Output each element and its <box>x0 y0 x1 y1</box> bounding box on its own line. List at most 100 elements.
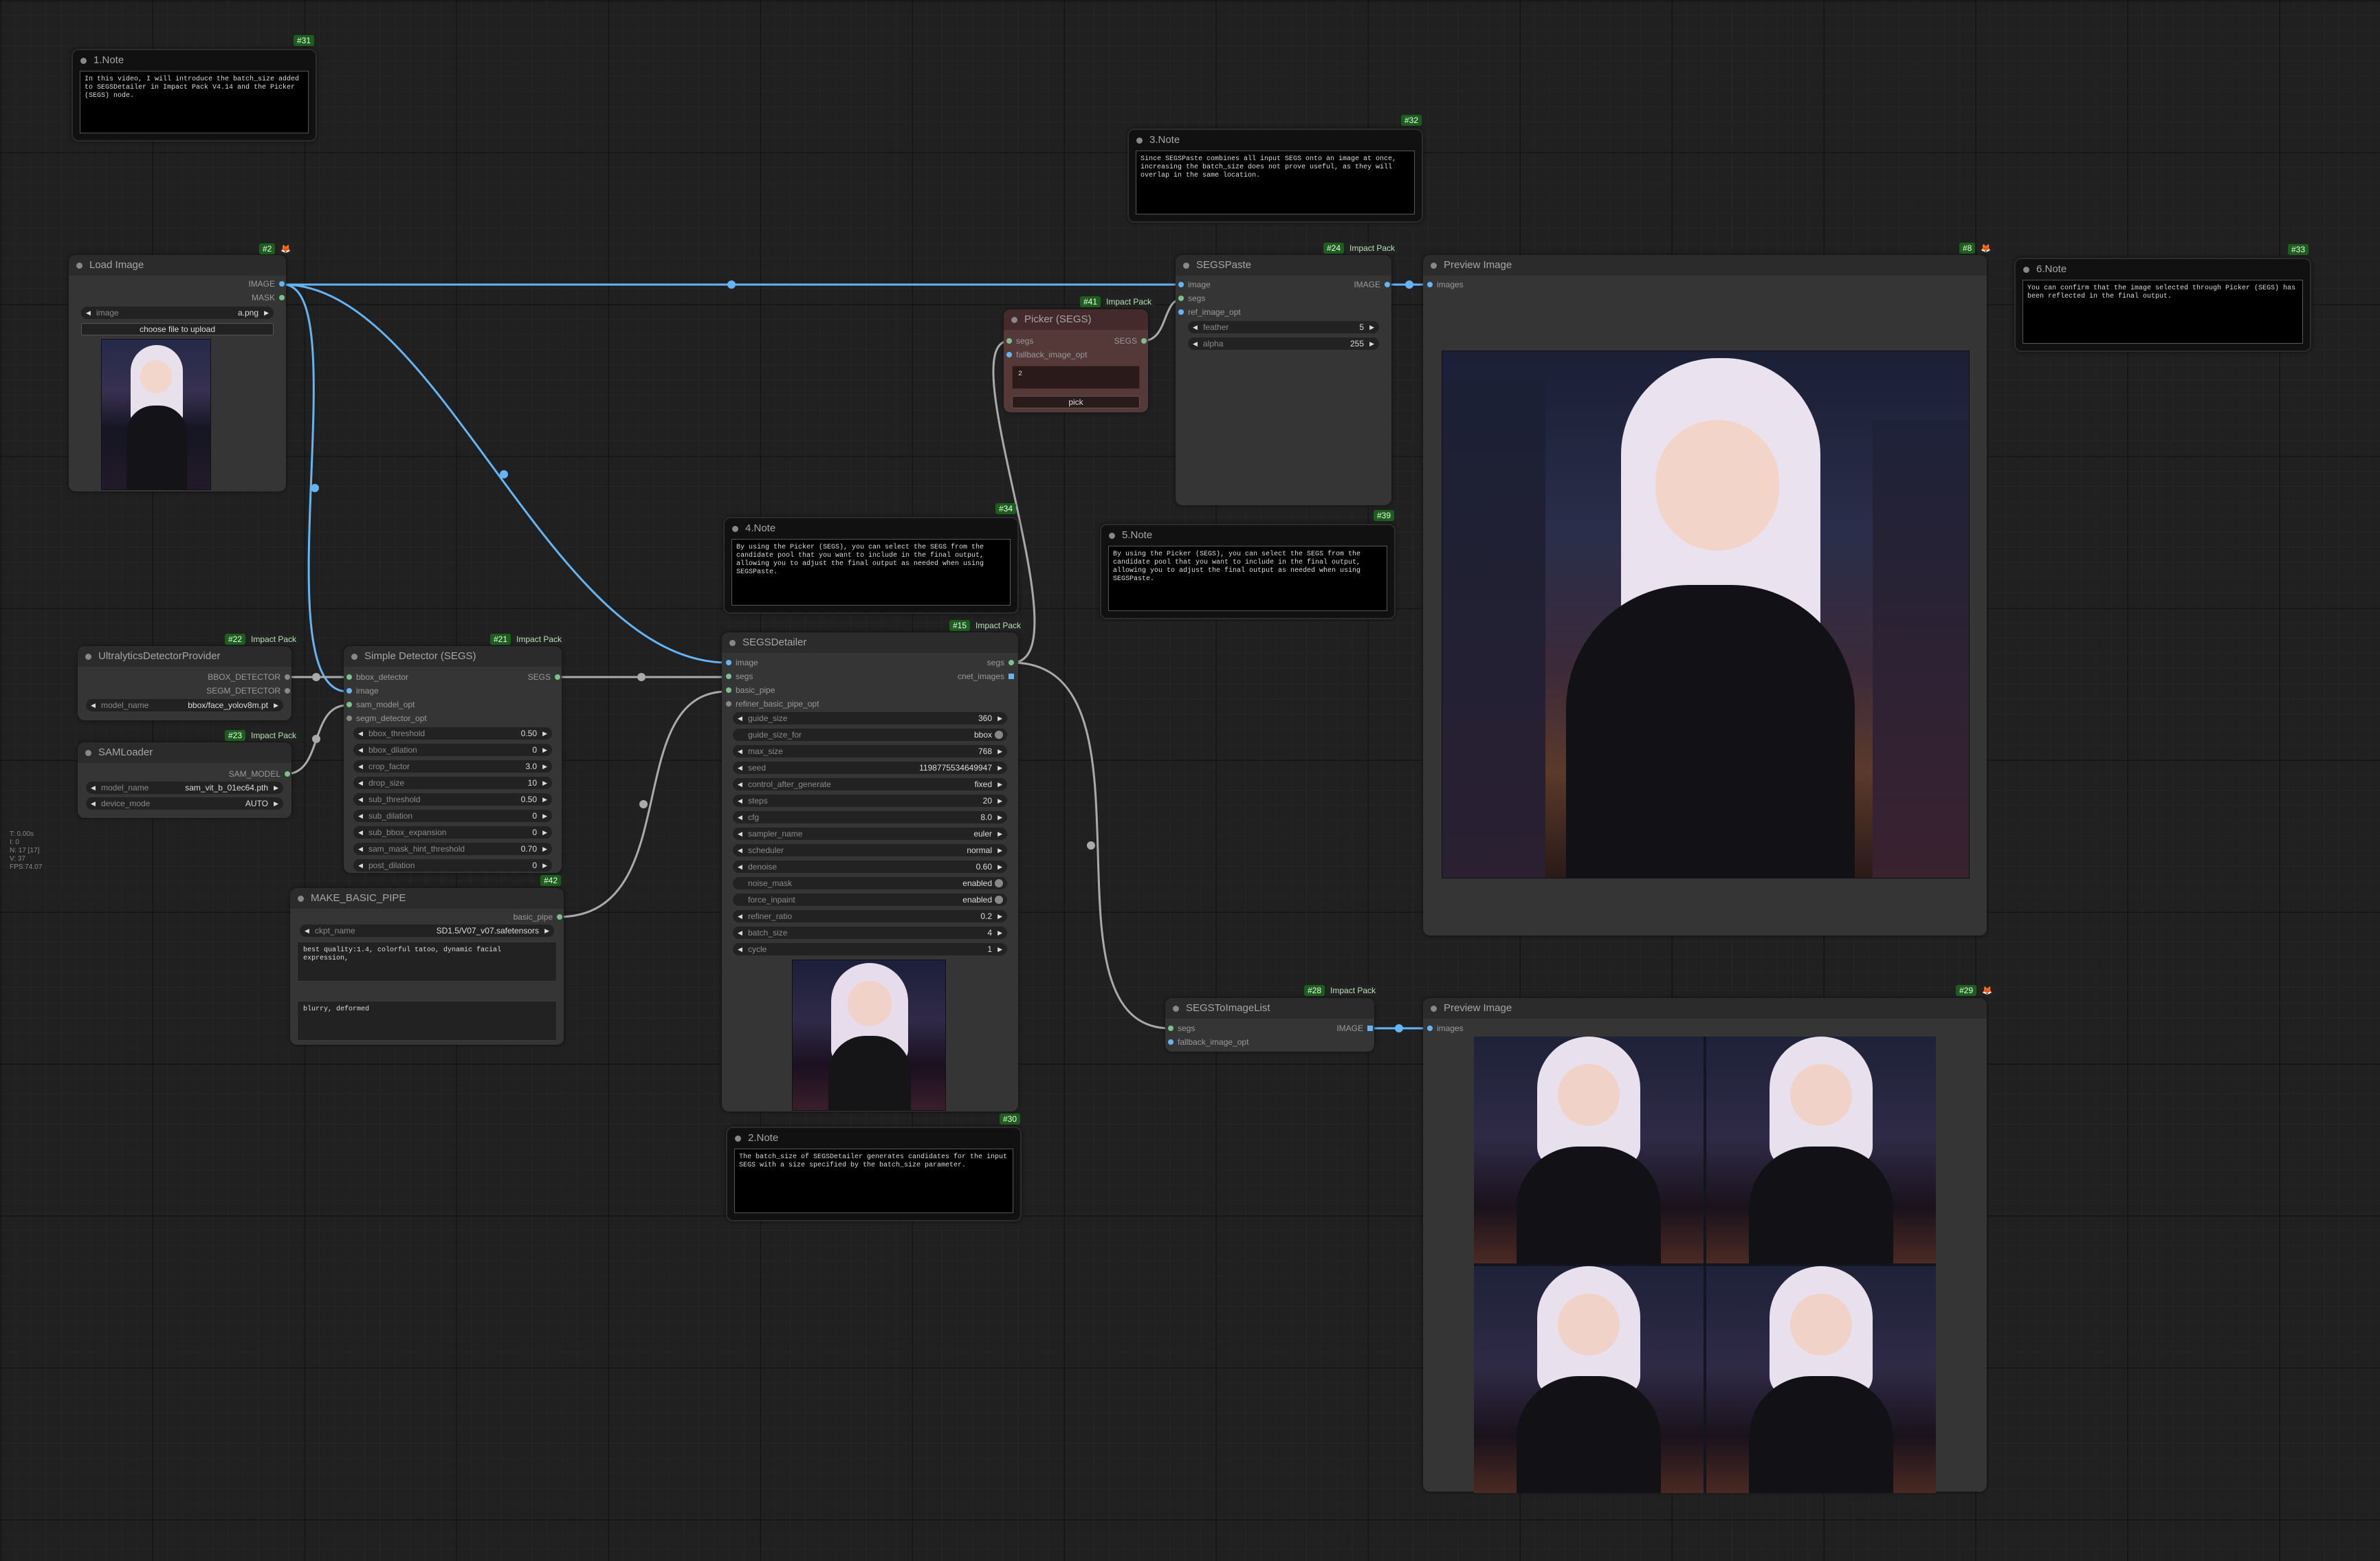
arrow-left-icon[interactable]: ◀ <box>358 859 363 872</box>
node-load-image[interactable]: Load Image IMAGE MASK ◀ image a.png ▶ choos… <box>69 255 286 491</box>
widget-denoise[interactable]: ◀ denoise 0.60 ▶ <box>733 861 1007 873</box>
input-images[interactable]: images <box>1426 1022 1464 1034</box>
arrow-left-icon[interactable]: ◀ <box>91 797 96 810</box>
arrow-right-icon[interactable]: ▶ <box>542 843 547 855</box>
arrow-left-icon[interactable]: ◀ <box>738 795 742 807</box>
arrow-right-icon[interactable]: ▶ <box>998 745 1002 757</box>
slot-dot-icon[interactable] <box>285 674 290 680</box>
arrow-right-icon[interactable]: ▶ <box>998 762 1002 774</box>
widget-sam-mask-hint-threshold[interactable]: ◀ sam_mask_hint_threshold 0.70 ▶ <box>353 843 552 855</box>
input-image[interactable]: image <box>725 656 758 669</box>
output-segs[interactable]: segs <box>987 656 1015 669</box>
node-ultralytics-detector-provider[interactable]: UltralyticsDetectorProvider BBOX_DETECTO… <box>78 646 291 720</box>
output-segs[interactable]: SEGS <box>1114 335 1148 347</box>
slot-dot-icon[interactable] <box>1168 1039 1174 1045</box>
arrow-right-icon[interactable]: ▶ <box>998 828 1002 840</box>
arrow-right-icon[interactable]: ▶ <box>998 927 1002 939</box>
arrow-right-icon[interactable]: ▶ <box>542 760 547 773</box>
note-6[interactable]: 6.Note You can confirm that the image se… <box>2014 258 2311 352</box>
widget-seed[interactable]: ◀ seed 1198775534649947 ▶ <box>733 762 1007 774</box>
slot-dot-icon[interactable] <box>1178 296 1184 301</box>
arrow-left-icon[interactable]: ◀ <box>738 927 742 939</box>
input-segs[interactable]: segs <box>1005 335 1033 347</box>
node-title[interactable]: Preview Image <box>1423 255 1987 276</box>
output-cnet-images[interactable]: cnet_images <box>958 670 1015 683</box>
arrow-right-icon[interactable]: ▶ <box>542 810 547 822</box>
output-image[interactable]: IMAGE <box>248 278 286 290</box>
arrow-left-icon[interactable]: ◀ <box>358 777 363 789</box>
collapse-dot-icon[interactable] <box>2023 267 2029 273</box>
node-sam-loader[interactable]: SAMLoader SAM_MODEL ◀ model_name sam_vit_b… <box>78 742 291 818</box>
input-ref-image-opt[interactable]: ref_image_opt <box>1177 306 1241 318</box>
slot-dot-icon[interactable] <box>1427 282 1433 287</box>
arrow-right-icon[interactable]: ▶ <box>998 910 1002 922</box>
widget-alpha[interactable]: ◀ alpha 255 ▶ <box>1188 337 1379 350</box>
note-text[interactable]: In this video, I will introduce the batc… <box>80 71 309 133</box>
slot-dot-icon[interactable] <box>285 771 290 777</box>
arrow-left-icon[interactable]: ◀ <box>358 744 363 756</box>
node-title[interactable]: 6.Note <box>2016 259 2310 280</box>
arrow-right-icon[interactable]: ▶ <box>998 861 1002 873</box>
arrow-left-icon[interactable]: ◀ <box>738 861 742 873</box>
collapse-dot-icon[interactable] <box>85 750 91 756</box>
input-segs[interactable]: segs <box>1177 292 1205 305</box>
sam-model-name-widget[interactable]: ◀ model_name sam_vit_b_01ec64.pth ▶ <box>86 782 283 794</box>
input-image[interactable]: image <box>345 685 379 697</box>
input-refiner-basic-pipe-opt[interactable]: refiner_basic_pipe_opt <box>725 698 819 710</box>
arrow-right-icon[interactable]: ▶ <box>998 844 1002 856</box>
arrow-right-icon[interactable]: ▶ <box>274 782 278 794</box>
widget-cycle[interactable]: ◀ cycle 1 ▶ <box>733 943 1007 955</box>
slot-dot-icon[interactable] <box>1427 1026 1433 1031</box>
arrow-right-icon[interactable]: ▶ <box>998 811 1002 823</box>
arrow-right-icon[interactable]: ▶ <box>998 712 1002 724</box>
widget-drop-size[interactable]: ◀ drop_size 10 ▶ <box>353 777 552 789</box>
arrow-right-icon[interactable]: ▶ <box>998 943 1002 955</box>
collapse-dot-icon[interactable] <box>1173 1006 1179 1012</box>
pick-button[interactable]: pick <box>1012 396 1140 408</box>
arrow-left-icon[interactable]: ◀ <box>358 843 363 855</box>
slot-dot-icon[interactable] <box>726 701 731 707</box>
node-make-basic-pipe[interactable]: MAKE_BASIC_PIPE basic_pipe ◀ ckpt_name SD1… <box>290 888 564 1045</box>
arrow-right-icon[interactable]: ▶ <box>998 795 1002 807</box>
node-title[interactable]: Simple Detector (SEGS) <box>344 646 562 667</box>
node-title[interactable]: SEGSToImageList <box>1165 998 1374 1019</box>
node-segs-to-image-list[interactable]: SEGSToImageList segs fallback_image_opt … <box>1165 998 1374 1052</box>
node-title[interactable]: UltralyticsDetectorProvider <box>78 646 291 667</box>
node-title[interactable]: 5.Note <box>1101 525 1394 546</box>
note-3[interactable]: 3.Note Since SEGSPaste combines all inpu… <box>1127 129 1423 223</box>
collapse-dot-icon[interactable] <box>1136 137 1143 144</box>
collapse-dot-icon[interactable] <box>1109 533 1115 539</box>
widget-feather[interactable]: ◀ feather 5 ▶ <box>1188 321 1379 333</box>
arrow-left-icon[interactable]: ◀ <box>305 925 309 937</box>
collapse-dot-icon[interactable] <box>85 654 91 660</box>
widget-refiner-ratio[interactable]: ◀ refiner_ratio 0.2 ▶ <box>733 910 1007 922</box>
node-simple-detector[interactable]: Simple Detector (SEGS) bbox_detector ima… <box>344 646 562 873</box>
node-title[interactable]: SAMLoader <box>78 742 291 763</box>
device-mode-widget[interactable]: ◀ device_mode AUTO ▶ <box>86 797 283 810</box>
note-text[interactable]: By using the Picker (SEGS), you can sele… <box>731 539 1011 606</box>
toggle-guide-size-for[interactable]: guide_size_for bbox <box>733 729 1007 741</box>
node-picker-segs[interactable]: Picker (SEGS) segs fallback_image_opt SE… <box>1004 309 1148 412</box>
slot-dot-icon[interactable] <box>1006 352 1012 357</box>
slot-dot-icon[interactable] <box>1178 282 1184 287</box>
input-images[interactable]: images <box>1426 278 1464 291</box>
input-image[interactable]: image <box>1177 278 1211 291</box>
output-sam-model[interactable]: SAM_MODEL <box>229 768 291 780</box>
arrow-right-icon[interactable]: ▶ <box>998 778 1002 790</box>
widget-crop-factor[interactable]: ◀ crop_factor 3.0 ▶ <box>353 760 552 773</box>
toggle-icon[interactable] <box>995 731 1003 739</box>
input-sam-model-opt[interactable]: sam_model_opt <box>345 698 415 711</box>
output-basic-pipe[interactable]: basic_pipe <box>514 911 564 923</box>
ckpt-name-widget[interactable]: ◀ ckpt_name SD1.5/V07_v07.safetensors ▶ <box>300 925 554 937</box>
collapse-dot-icon[interactable] <box>735 1136 741 1142</box>
widget-control-after-generate[interactable]: ◀ control_after_generate fixed ▶ <box>733 778 1007 790</box>
toggle-noise-mask[interactable]: noise_mask enabled <box>733 877 1007 889</box>
note-1[interactable]: 1.Note In this video, I will introduce t… <box>71 49 317 142</box>
output-image[interactable]: IMAGE <box>1354 278 1391 291</box>
output-segs[interactable]: SEGS <box>528 671 562 683</box>
arrow-left-icon[interactable]: ◀ <box>738 745 742 757</box>
slot-dot-icon[interactable] <box>557 914 562 920</box>
node-title[interactable]: 2.Note <box>727 1128 1020 1149</box>
arrow-right-icon[interactable]: ▶ <box>542 793 547 806</box>
collapse-dot-icon[interactable] <box>298 896 304 902</box>
